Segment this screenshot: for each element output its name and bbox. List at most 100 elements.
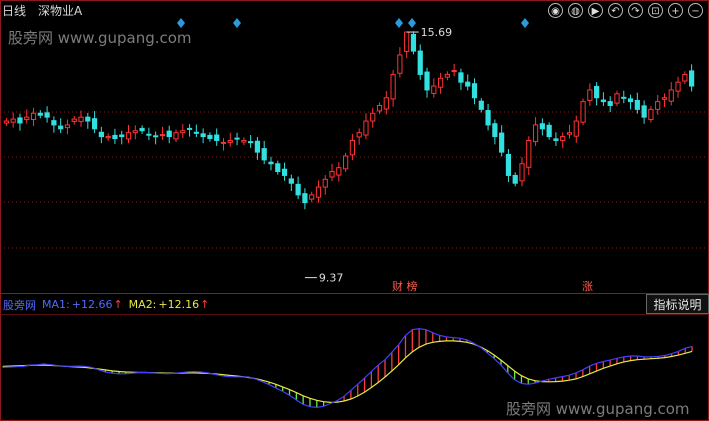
candle-body bbox=[383, 97, 389, 110]
candle-body bbox=[661, 97, 668, 100]
candle-body bbox=[648, 108, 654, 120]
candle-body bbox=[370, 112, 376, 122]
candle-body bbox=[281, 168, 288, 176]
candle-body bbox=[580, 101, 586, 123]
candle-body bbox=[98, 131, 104, 138]
candle-body bbox=[10, 118, 16, 123]
candle-body bbox=[478, 100, 484, 110]
candle-body bbox=[322, 178, 328, 188]
event-marker-icon bbox=[395, 18, 403, 28]
candle-body bbox=[146, 133, 152, 136]
low-price-label: 9.37 bbox=[319, 272, 344, 285]
candle-body bbox=[329, 171, 335, 178]
candle-body bbox=[458, 72, 464, 83]
candle-body bbox=[390, 73, 396, 100]
candle-body bbox=[186, 127, 193, 130]
candle-body bbox=[566, 132, 573, 135]
candle-body bbox=[275, 163, 281, 173]
indicator-name: 股旁网 bbox=[3, 298, 36, 312]
eye-icon[interactable]: ◉ bbox=[548, 3, 563, 18]
ma1-value: +12.66 bbox=[71, 298, 113, 311]
event-marker-icon bbox=[521, 18, 529, 28]
candle-body bbox=[78, 116, 84, 122]
zoom-in-icon[interactable]: + bbox=[668, 3, 683, 18]
candle-body bbox=[153, 135, 159, 138]
candle-body bbox=[180, 130, 186, 134]
stock-name: 深物业A bbox=[38, 3, 83, 18]
candle-body bbox=[44, 112, 50, 118]
candle-body bbox=[431, 85, 437, 94]
redo-icon[interactable]: ↷ bbox=[628, 3, 643, 18]
ma2-arrow-icon: ↑ bbox=[200, 298, 210, 311]
stock-chart[interactable]: 15.69 9.37 bbox=[0, 0, 709, 421]
candle-body bbox=[499, 132, 505, 153]
chart-title-bar: 日线 深物业A bbox=[0, 0, 82, 20]
candle-body bbox=[241, 139, 247, 143]
candle-body bbox=[3, 120, 9, 124]
candle-body bbox=[376, 104, 383, 112]
candle-body bbox=[641, 105, 647, 118]
candle-body bbox=[85, 116, 91, 122]
candle-body bbox=[159, 134, 166, 137]
candle-body bbox=[404, 31, 410, 52]
candle-body bbox=[417, 50, 423, 75]
candle-body bbox=[627, 98, 634, 103]
lock-icon[interactable]: ⊡ bbox=[648, 3, 663, 18]
play-icon[interactable]: ▶ bbox=[588, 3, 603, 18]
candle-body bbox=[655, 101, 661, 110]
ma1-line bbox=[2, 327, 693, 409]
candle-body bbox=[91, 118, 98, 130]
watermark-bottom: 股旁网 www.gupang.com bbox=[506, 400, 690, 418]
period-label[interactable]: 日线 bbox=[2, 2, 26, 19]
candle-body bbox=[614, 93, 620, 104]
candle-body bbox=[675, 81, 681, 92]
candle-body bbox=[227, 139, 233, 143]
candle-body bbox=[207, 134, 213, 140]
annotation-tag-1[interactable]: 财 榜 bbox=[392, 278, 418, 294]
candle-body bbox=[166, 130, 172, 138]
candle-body bbox=[51, 120, 57, 126]
candle-body bbox=[573, 120, 579, 137]
candle-body bbox=[248, 141, 254, 144]
zoom-out-icon[interactable]: − bbox=[688, 3, 703, 18]
ma1-arrow-icon: ↑ bbox=[113, 298, 123, 311]
chart-toolbar: ◉ ◍ ▶ ↶ ↷ ⊡ + − bbox=[548, 3, 703, 18]
indicator-help-button[interactable]: 指标说明 bbox=[646, 294, 709, 314]
record-icon[interactable]: ◍ bbox=[568, 3, 583, 18]
candle-body bbox=[214, 134, 220, 141]
candle-body bbox=[424, 71, 430, 91]
candle-body bbox=[132, 130, 138, 134]
candle-body bbox=[58, 125, 64, 130]
event-marker-icon bbox=[233, 18, 241, 28]
candle-body bbox=[363, 120, 369, 136]
candle-body bbox=[471, 83, 478, 99]
candle-body bbox=[600, 99, 607, 103]
candle-body bbox=[64, 124, 71, 129]
chart-border bbox=[0, 0, 709, 421]
candle-body bbox=[492, 123, 498, 138]
candle-body bbox=[125, 132, 132, 140]
candle-body bbox=[505, 153, 512, 176]
candle-body bbox=[465, 81, 471, 87]
candle-body bbox=[621, 96, 627, 99]
candle-body bbox=[485, 110, 491, 126]
watermark-top: 股旁网 www.gupang.com bbox=[8, 29, 192, 47]
annotation-tag-2[interactable]: 涨 bbox=[582, 278, 593, 294]
candle-body bbox=[37, 112, 43, 116]
ma2-label: MA2: bbox=[128, 298, 157, 311]
candle-body bbox=[356, 132, 362, 138]
candle-body bbox=[336, 167, 342, 176]
candle-body bbox=[349, 139, 355, 156]
candle-body bbox=[594, 85, 600, 99]
candle-body bbox=[234, 137, 240, 140]
candle-body bbox=[119, 134, 125, 138]
ma1-label: MA1: bbox=[42, 298, 70, 311]
candle-body bbox=[444, 73, 450, 78]
candle-body bbox=[105, 136, 111, 139]
candle-body bbox=[451, 70, 457, 73]
candle-body bbox=[220, 141, 227, 144]
undo-icon[interactable]: ↶ bbox=[608, 3, 623, 18]
high-price-label: 15.69 bbox=[421, 26, 453, 39]
candle-body bbox=[139, 127, 145, 132]
candle-body bbox=[553, 138, 559, 141]
